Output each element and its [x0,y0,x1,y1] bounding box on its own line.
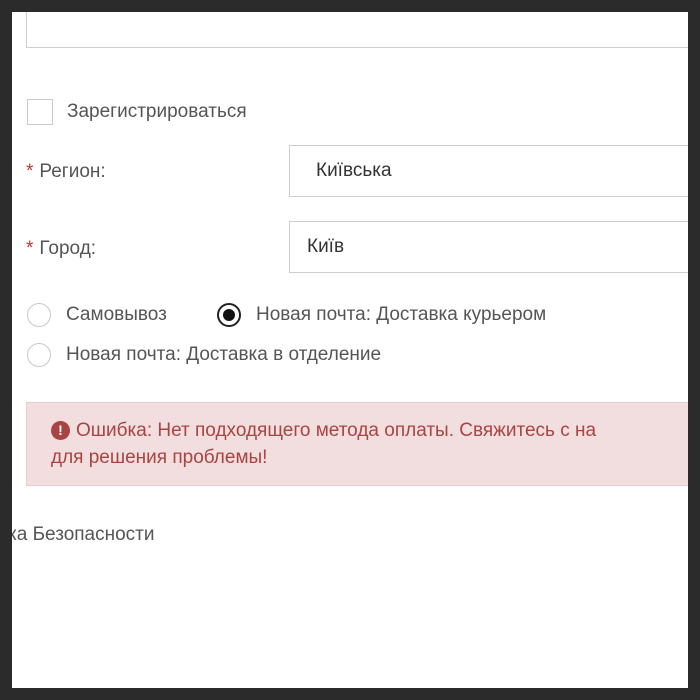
region-label-text: Регион: [39,161,106,182]
error-line-2: для решения проблемы! [51,447,268,468]
region-select[interactable]: Київська [289,145,688,197]
required-mark: * [26,238,34,259]
courier-label[interactable]: Новая почта: Доставка курьером [256,304,546,326]
checkout-form: Зарегистрироваться * Регион: Київська * Го… [12,12,688,688]
city-label-text: Город: [39,238,97,259]
payment-error-alert: ! Ошибка: Нет подходящего метода оплаты. … [26,402,688,486]
security-policy-link[interactable]: ка Безопасности [12,524,155,546]
delivery-option-pickup[interactable]: Самовывоз [27,303,167,327]
city-input[interactable]: Київ [289,221,688,273]
region-label: * Регион: [26,161,106,183]
pickup-label[interactable]: Самовывоз [66,304,167,326]
previous-input-field[interactable] [26,12,688,48]
delivery-option-branch[interactable]: Новая почта: Доставка в отделение [27,343,381,367]
region-value: Київська [316,160,392,181]
branch-label[interactable]: Новая почта: Доставка в отделение [66,344,381,366]
city-value: Київ [307,236,345,257]
required-mark: * [26,161,34,182]
delivery-option-courier[interactable]: Новая почта: Доставка курьером [217,303,546,327]
exclamation-circle-icon: ! [51,421,70,440]
register-label[interactable]: Зарегистрироваться [67,101,247,123]
error-line-1: Ошибка: Нет подходящего метода оплаты. С… [76,420,597,441]
register-checkbox[interactable] [27,99,53,125]
courier-radio[interactable] [217,303,241,327]
city-label: * Город: [26,238,96,260]
branch-radio[interactable] [27,343,51,367]
pickup-radio[interactable] [27,303,51,327]
register-row: Зарегистрироваться [27,99,247,125]
